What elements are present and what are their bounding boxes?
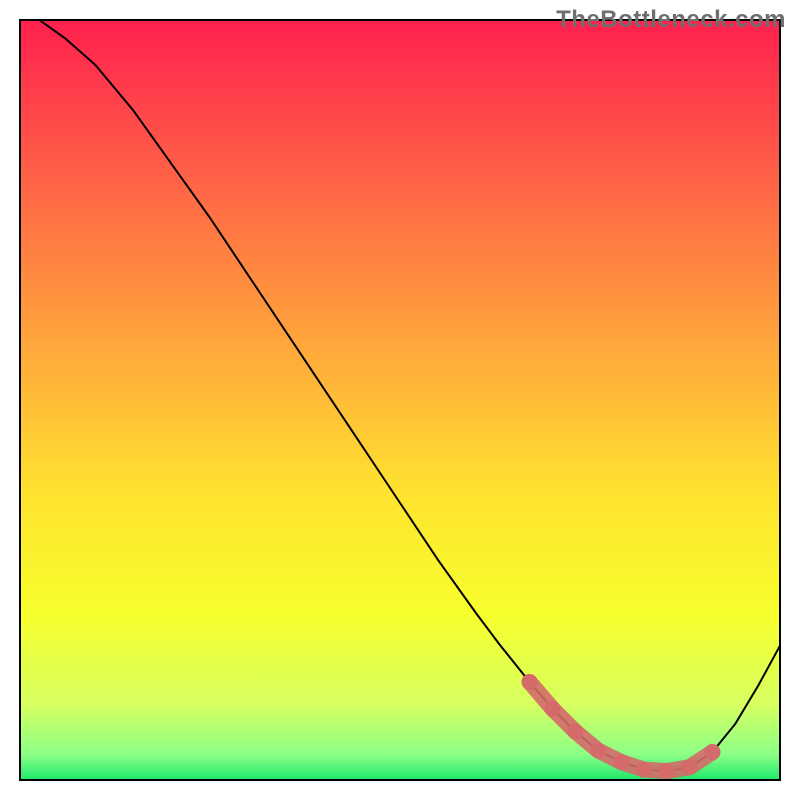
highlight-dot — [636, 762, 652, 778]
chart-background — [19, 19, 781, 781]
highlight-dot — [544, 701, 560, 717]
chart-plot — [19, 19, 781, 781]
highlight-dot — [682, 759, 698, 775]
watermark-text: TheBottleneck.com — [556, 6, 786, 34]
highlight-dot — [522, 674, 538, 690]
highlight-dot — [567, 723, 583, 739]
highlight-dot — [613, 754, 629, 770]
highlight-dot — [704, 744, 720, 760]
highlight-dot — [659, 763, 675, 779]
chart-root: TheBottleneck.com — [0, 0, 800, 800]
highlight-dot — [590, 743, 606, 759]
